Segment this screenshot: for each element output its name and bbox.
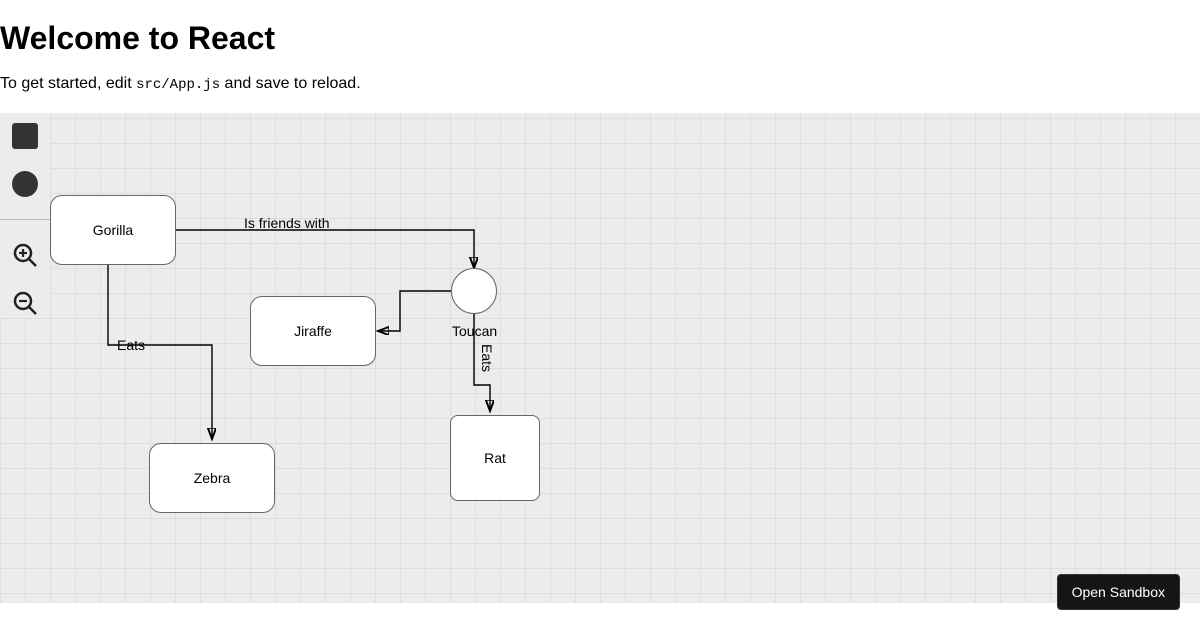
edge-label-toucan-rat: Eats bbox=[479, 344, 495, 372]
edge-label-gorilla-zebra: Eats bbox=[117, 337, 145, 353]
zoom-out-icon bbox=[11, 289, 39, 317]
edge-label-gorilla-toucan: Is friends with bbox=[244, 215, 330, 231]
node-rat-label: Rat bbox=[484, 450, 506, 466]
toolbar bbox=[0, 113, 50, 318]
circle-icon bbox=[12, 171, 38, 197]
intro-code: src/App.js bbox=[136, 77, 220, 93]
intro-before: To get started, edit bbox=[0, 75, 136, 92]
edge-toucan-jiraffe bbox=[378, 291, 451, 331]
node-toucan-label: Toucan bbox=[452, 323, 497, 339]
node-toucan[interactable] bbox=[451, 268, 497, 314]
node-zebra[interactable]: Zebra bbox=[149, 443, 275, 513]
zoom-in-icon bbox=[11, 241, 39, 269]
node-jiraffe-label: Jiraffe bbox=[294, 323, 332, 339]
node-rat[interactable]: Rat bbox=[450, 415, 540, 501]
square-tool-button[interactable] bbox=[10, 121, 40, 151]
toolbar-divider bbox=[0, 219, 50, 220]
zoom-in-button[interactable] bbox=[10, 240, 40, 270]
page-title: Welcome to React bbox=[0, 20, 1200, 57]
diagram-canvas[interactable]: Gorilla Jiraffe Zebra Rat Toucan Is frie… bbox=[0, 113, 1200, 603]
intro-after: and save to reload. bbox=[220, 75, 361, 92]
circle-tool-button[interactable] bbox=[10, 169, 40, 199]
node-zebra-label: Zebra bbox=[194, 470, 231, 486]
open-sandbox-button[interactable]: Open Sandbox bbox=[1057, 574, 1180, 610]
node-gorilla[interactable]: Gorilla bbox=[50, 195, 176, 265]
edge-gorilla-toucan bbox=[176, 230, 474, 268]
zoom-out-button[interactable] bbox=[10, 288, 40, 318]
edges-layer bbox=[0, 113, 1200, 603]
square-icon bbox=[12, 123, 38, 149]
node-jiraffe[interactable]: Jiraffe bbox=[250, 296, 376, 366]
intro-text: To get started, edit src/App.js and save… bbox=[0, 75, 1200, 93]
node-gorilla-label: Gorilla bbox=[93, 222, 133, 238]
